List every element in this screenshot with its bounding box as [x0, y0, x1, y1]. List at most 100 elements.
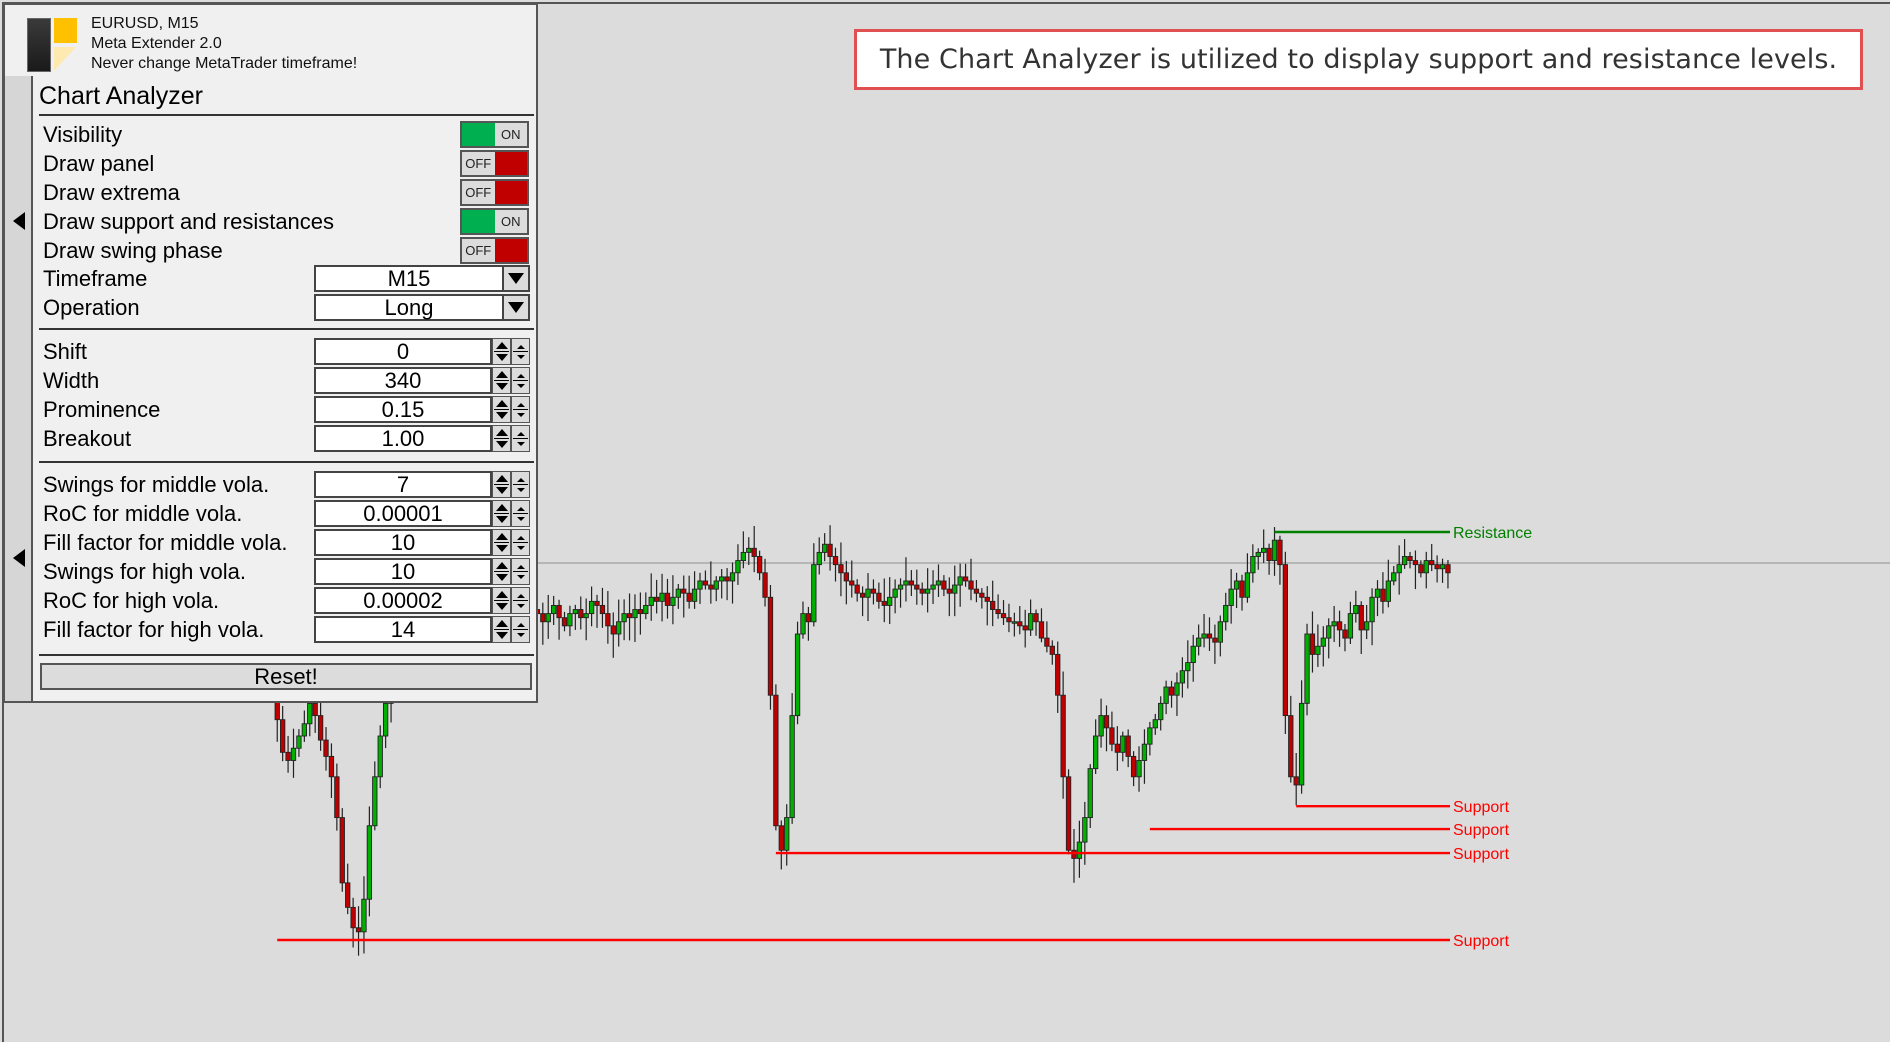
spinner-input[interactable]: 14: [314, 616, 492, 643]
step-large-button[interactable]: [492, 529, 511, 556]
chevron-down-icon: [508, 273, 524, 284]
arrow-up-icon: [496, 342, 508, 349]
arrow-up-icon: [517, 507, 525, 511]
toggle-draw-swing-phase[interactable]: OFF: [460, 237, 529, 264]
spinner-roc-for-high-vola[interactable]: 0.00002: [314, 587, 530, 614]
toggle-visibility[interactable]: ON: [460, 121, 529, 148]
arrow-up-icon: [496, 429, 508, 436]
arrow-up-icon: [496, 504, 508, 511]
spinner-swings-for-high-vola[interactable]: 10: [314, 558, 530, 585]
arrow-down-icon: [496, 574, 508, 581]
spinner-roc-for-middle-vola[interactable]: 0.00001: [314, 500, 530, 527]
label-shift: Shift: [43, 339, 88, 364]
collapse-arrow-icon[interactable]: [13, 549, 25, 567]
step-large-button[interactable]: [492, 587, 511, 614]
callout-text: The Chart Analyzer is utilized to displa…: [879, 44, 1838, 75]
arrow-up-icon: [496, 400, 508, 407]
step-large-button[interactable]: [492, 396, 511, 423]
step-large-button[interactable]: [492, 500, 511, 527]
step-small-button[interactable]: [511, 500, 530, 527]
spinner-fill-factor-for-middle-vola[interactable]: 10: [314, 529, 530, 556]
step-small-button[interactable]: [511, 338, 530, 365]
spinner-input[interactable]: 340: [314, 367, 492, 394]
spinner-fill-factor-for-high-vola[interactable]: 14: [314, 616, 530, 643]
arrow-up-icon: [496, 475, 508, 482]
arrow-down-icon: [517, 604, 525, 608]
arrow-down-icon: [517, 384, 525, 388]
arrow-up-icon: [517, 432, 525, 436]
reset-button[interactable]: Reset!: [40, 663, 532, 690]
arrow-down-icon: [517, 546, 525, 550]
arrow-down-icon: [496, 632, 508, 639]
arrow-up-icon: [517, 594, 525, 598]
arrow-down-icon: [517, 575, 525, 579]
toggle-draw-support-resistances[interactable]: ON: [460, 208, 529, 235]
spinner-input[interactable]: 0.00001: [314, 500, 492, 527]
step-large-button[interactable]: [492, 471, 511, 498]
step-small-button[interactable]: [511, 529, 530, 556]
step-large-button[interactable]: [492, 338, 511, 365]
label-roc-for-high-vola: RoC for high vola.: [43, 588, 220, 613]
arrow-up-icon: [496, 533, 508, 540]
arrow-down-icon: [496, 383, 508, 390]
toggle-label-draw-extrema: Draw extrema: [43, 180, 180, 205]
divider: [39, 328, 534, 330]
arrow-down-icon: [496, 545, 508, 552]
step-small-button[interactable]: [511, 425, 530, 452]
logo-square: [54, 18, 77, 43]
toggle-draw-panel[interactable]: OFF: [460, 150, 529, 177]
step-large-button[interactable]: [492, 616, 511, 643]
step-small-button[interactable]: [511, 616, 530, 643]
collapse-arrow-icon[interactable]: [13, 212, 25, 230]
arrow-up-icon: [496, 620, 508, 627]
step-small-button[interactable]: [511, 471, 530, 498]
arrow-up-icon: [517, 345, 525, 349]
label-width: Width: [43, 368, 100, 393]
label-swings-for-middle-vola: Swings for middle vola.: [43, 472, 270, 497]
spinner-input[interactable]: 0.15: [314, 396, 492, 423]
arrow-down-icon: [517, 413, 525, 417]
arrow-up-icon: [517, 623, 525, 627]
arrow-down-icon: [496, 354, 508, 361]
toggle-label-draw-swing: Draw swing phase: [43, 238, 223, 263]
step-large-button[interactable]: [492, 558, 511, 585]
step-small-button[interactable]: [511, 367, 530, 394]
arrow-down-icon: [517, 355, 525, 359]
spinner-input[interactable]: 10: [314, 529, 492, 556]
step-small-button[interactable]: [511, 558, 530, 585]
arrow-up-icon: [517, 565, 525, 569]
step-large-button[interactable]: [492, 367, 511, 394]
operation-select[interactable]: Long: [314, 294, 530, 321]
label-timeframe: Timeframe: [43, 266, 148, 291]
spinner-input[interactable]: 0: [314, 338, 492, 365]
spinner-prominence[interactable]: 0.15: [314, 396, 530, 423]
spinner-breakout[interactable]: 1.00: [314, 425, 530, 452]
step-small-button[interactable]: [511, 396, 530, 423]
warning-line: Never change MetaTrader timeframe!: [91, 55, 358, 72]
toggle-label-visibility: Visibility: [43, 122, 123, 147]
label-fill-factor-for-middle-vola: Fill factor for middle vola.: [43, 530, 288, 555]
label-prominence: Prominence: [43, 397, 161, 422]
spinner-shift[interactable]: 0: [314, 338, 530, 365]
arrow-up-icon: [517, 478, 525, 482]
spinner-input[interactable]: 10: [314, 558, 492, 585]
arrow-up-icon: [496, 562, 508, 569]
divider: [39, 461, 534, 463]
spinner-swings-for-middle-vola[interactable]: 7: [314, 471, 530, 498]
toggle-draw-extrema[interactable]: OFF: [460, 179, 529, 206]
spinner-input[interactable]: 7: [314, 471, 492, 498]
panel-gutter: [5, 76, 33, 701]
spinner-input[interactable]: 0.00002: [314, 587, 492, 614]
spinner-input[interactable]: 1.00: [314, 425, 492, 452]
info-callout: The Chart Analyzer is utilized to displa…: [854, 29, 1863, 90]
arrow-up-icon: [496, 371, 508, 378]
timeframe-select[interactable]: M15: [314, 265, 530, 292]
spinner-width[interactable]: 340: [314, 367, 530, 394]
step-small-button[interactable]: [511, 587, 530, 614]
arrow-up-icon: [496, 591, 508, 598]
toggle-label-draw-sr: Draw support and resistances: [43, 209, 335, 234]
arrow-down-icon: [517, 488, 525, 492]
step-large-button[interactable]: [492, 425, 511, 452]
arrow-down-icon: [496, 441, 508, 448]
arrow-down-icon: [496, 487, 508, 494]
